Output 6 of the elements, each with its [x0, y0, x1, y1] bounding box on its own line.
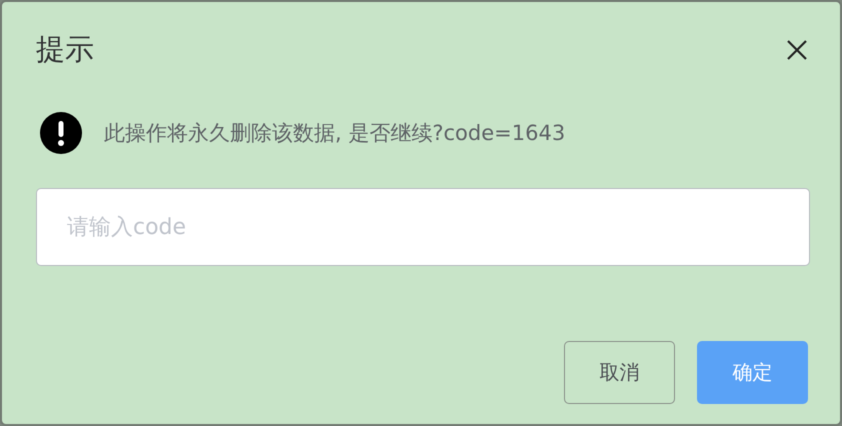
cancel-button[interactable]: 取消 — [564, 341, 675, 404]
message-text: 此操作将永久删除该数据, 是否继续?code=1643 — [104, 120, 566, 147]
close-button[interactable] — [786, 39, 808, 61]
exclamation-icon — [40, 112, 82, 154]
code-input-field[interactable]: 请输入code — [36, 188, 810, 266]
dialog-title: 提示 — [36, 31, 94, 68]
